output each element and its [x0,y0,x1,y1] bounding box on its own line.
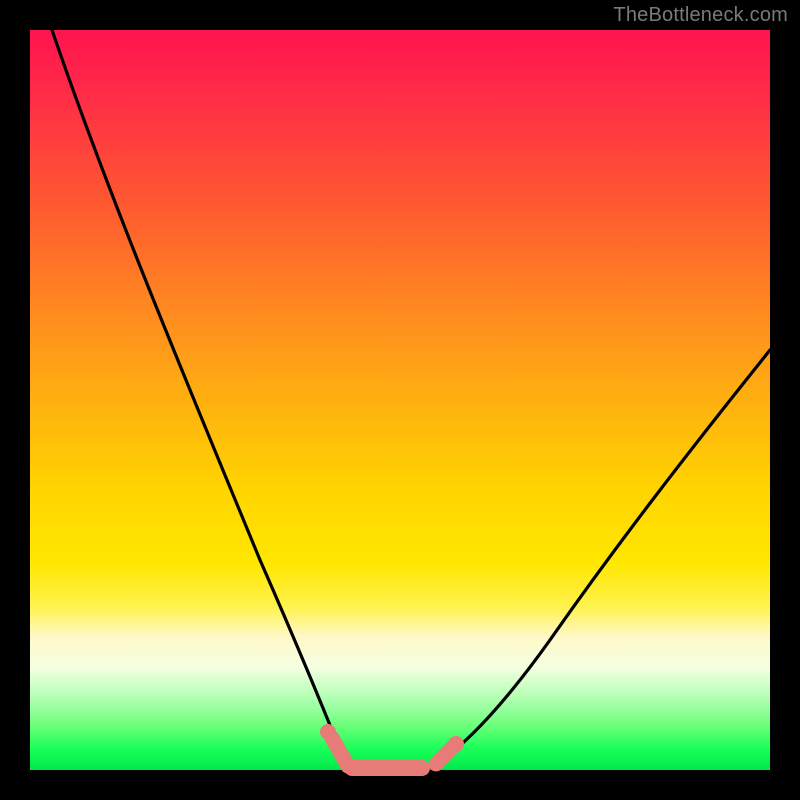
curves-svg [30,30,770,770]
right-dot-marker [448,736,464,752]
left-seg-marker [332,738,348,766]
watermark-text: TheBottleneck.com [613,4,788,27]
plot-area [30,30,770,770]
left-curve [52,30,348,768]
right-curve [430,350,770,768]
chart-frame: TheBottleneck.com [0,0,800,800]
